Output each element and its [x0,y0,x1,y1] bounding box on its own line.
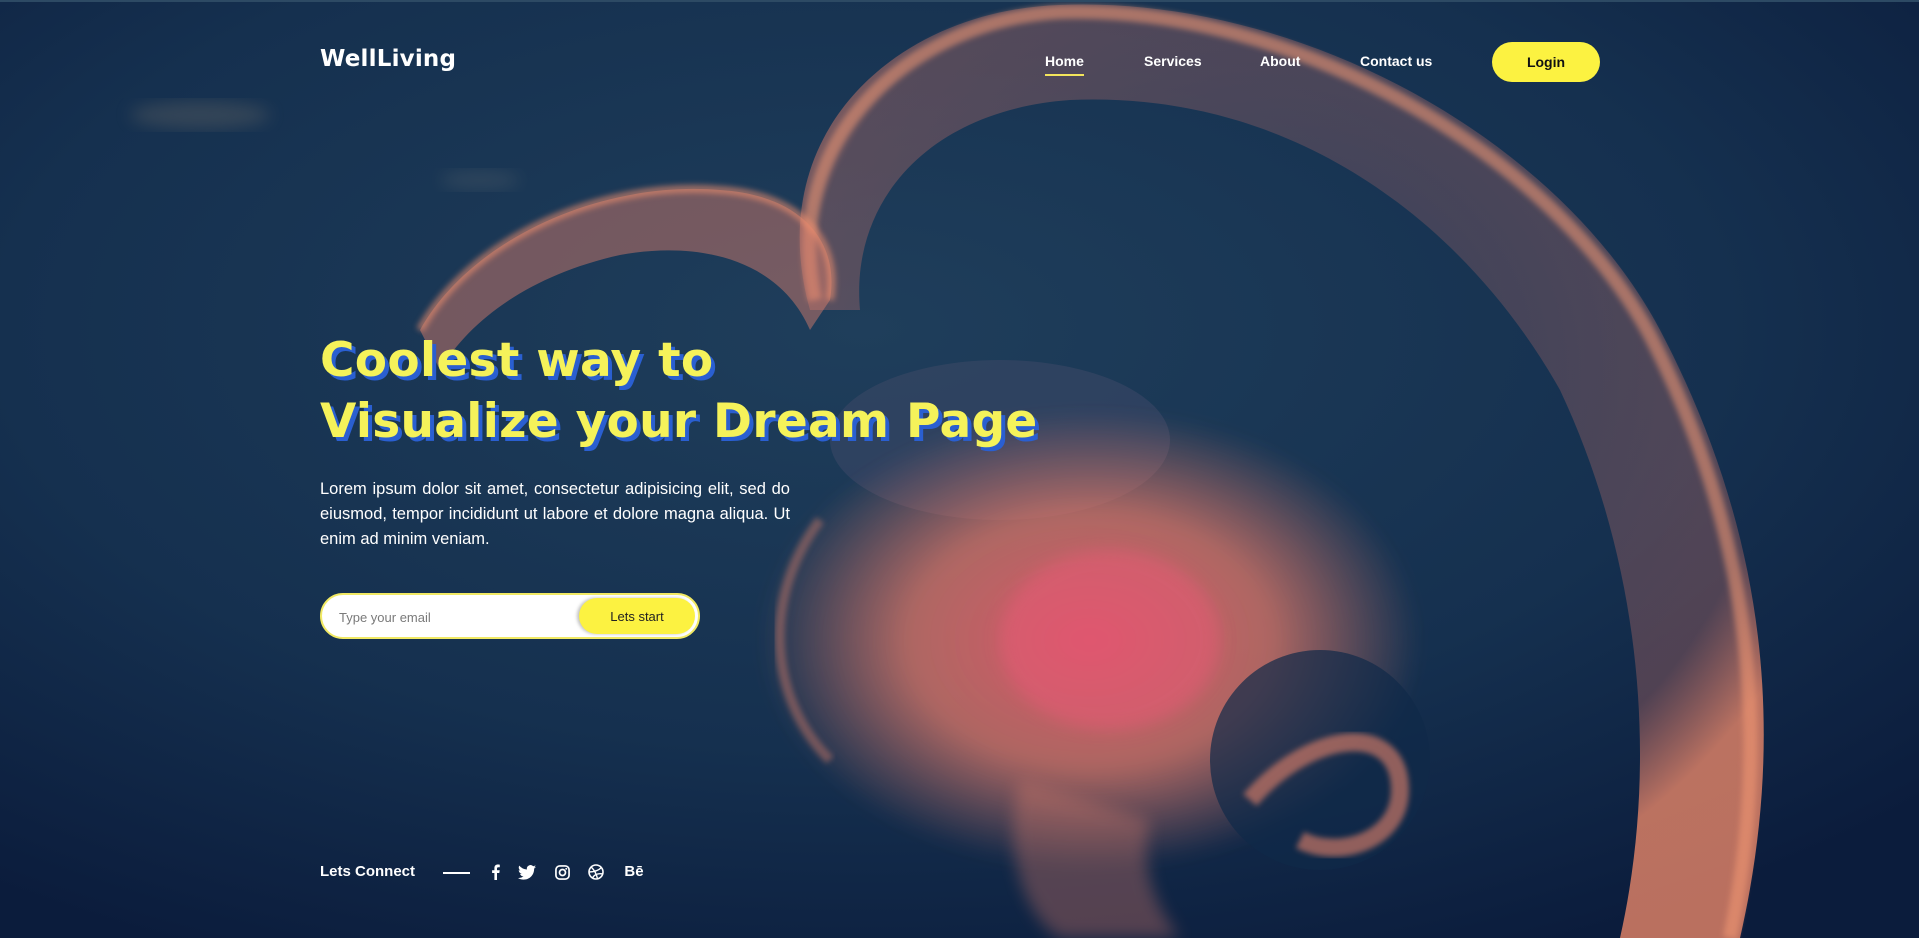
hero-title-line-2: Visualize your Dream Page [320,394,1038,449]
site-header: WellLiving Home Services About Contact u… [320,42,1600,84]
top-border [0,0,1919,2]
login-button[interactable]: Login [1492,42,1600,82]
twitter-icon[interactable] [516,862,538,882]
nav-contact-link[interactable]: Contact us [1360,53,1432,69]
nav-about-link[interactable]: About [1260,53,1300,69]
nav-services-link[interactable]: Services [1144,53,1202,69]
facebook-icon[interactable] [484,862,506,882]
dribbble-icon[interactable] [585,862,607,882]
site-logo[interactable]: WellLiving [320,46,456,72]
hero-description: Lorem ipsum dolor sit amet, consectetur … [320,480,790,548]
behance-icon[interactable]: Bē [620,862,648,882]
email-input[interactable] [337,595,571,639]
email-signup-form: Lets start [320,593,700,639]
lets-start-button[interactable]: Lets start [579,598,695,634]
nav-home-link[interactable]: Home [1045,53,1084,76]
hero-title: Coolest way to Visualize your Dream Page [320,330,1038,452]
hero-title-line-1: Coolest way to [320,333,714,388]
instagram-icon[interactable] [551,862,573,882]
jellyfish-background-image [0,0,1919,938]
connect-label: Lets Connect [320,863,416,880]
connect-divider [443,872,470,874]
